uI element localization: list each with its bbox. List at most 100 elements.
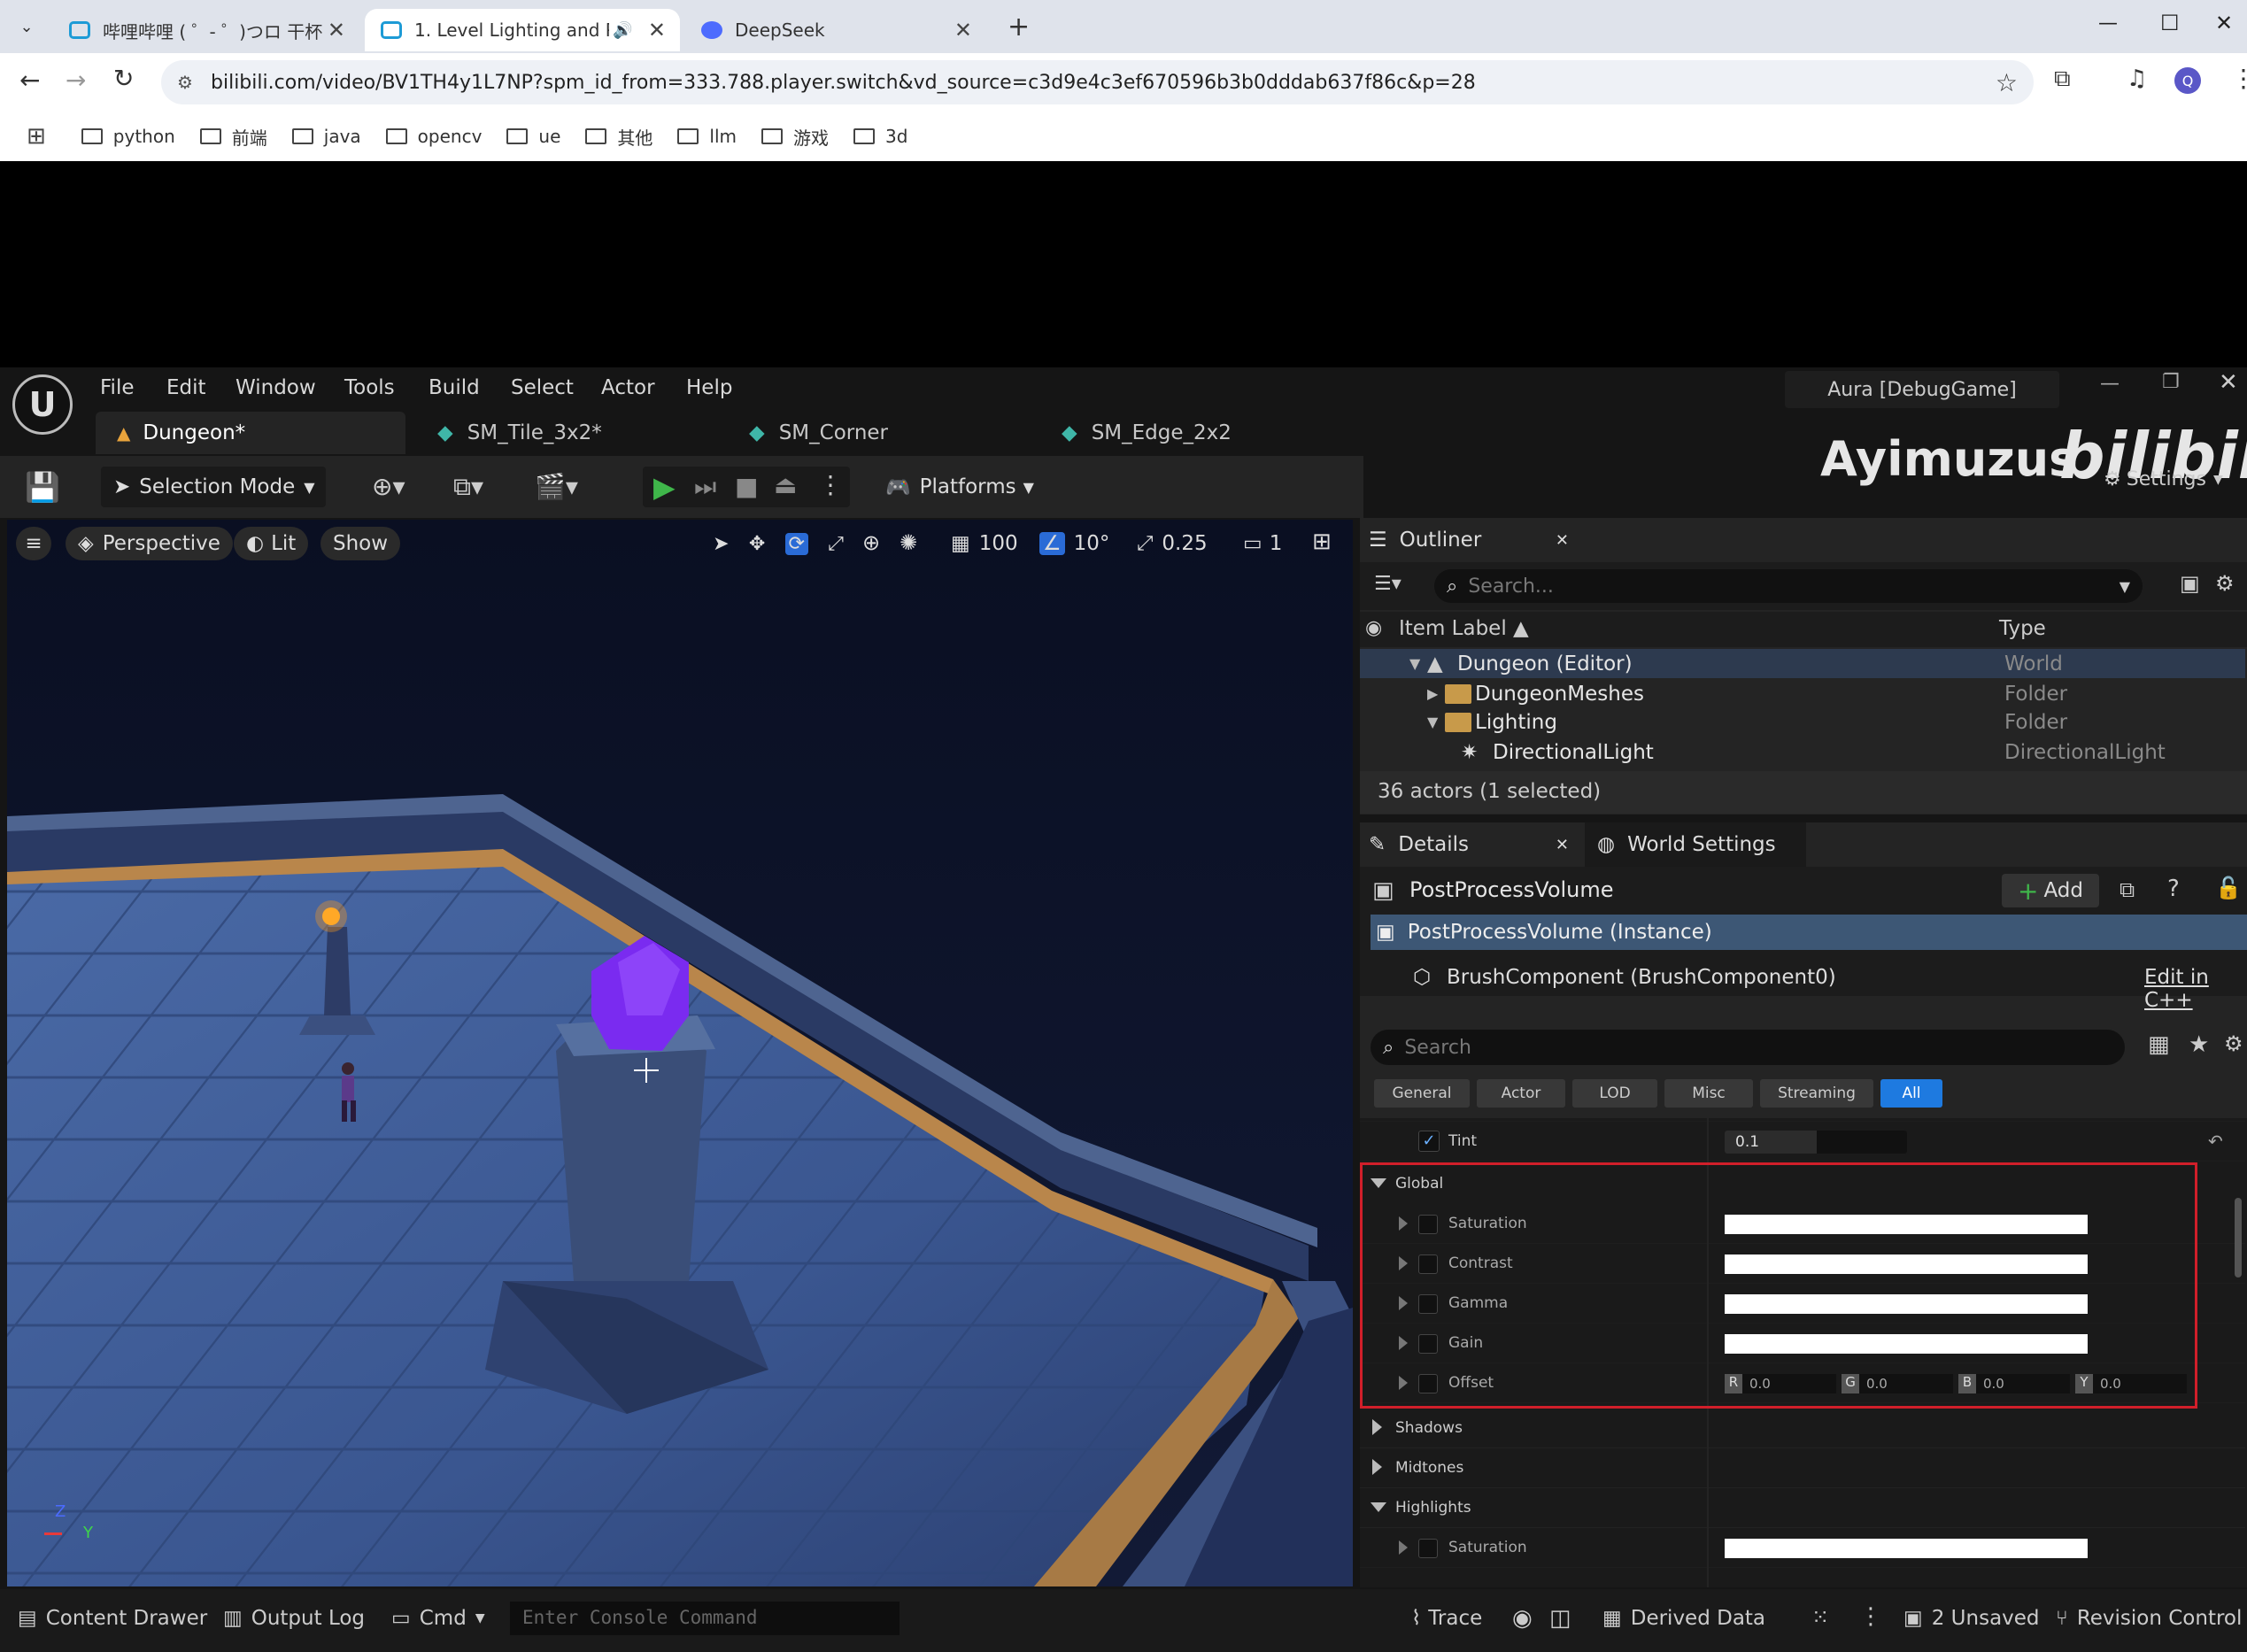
menu-build[interactable]: Build	[429, 376, 480, 399]
checkbox[interactable]	[1418, 1539, 1438, 1558]
checkbox[interactable]	[1418, 1294, 1438, 1314]
bookmark-folder-opencv[interactable]: opencv	[385, 126, 482, 147]
checkbox[interactable]	[1418, 1215, 1438, 1234]
add-folder-icon[interactable]: ▣	[2180, 571, 2200, 596]
bookmark-folder-other[interactable]: 其他	[585, 124, 652, 150]
blueprint-icon[interactable]: ⧉▾	[453, 472, 483, 502]
record-icon[interactable]: ◉	[1512, 1605, 1533, 1632]
star-icon[interactable]: ★	[2189, 1031, 2209, 1058]
details-scrollbar[interactable]	[2235, 1198, 2242, 1278]
ue-minimize-button[interactable]: —	[2100, 373, 2120, 395]
cmd-dropdown[interactable]: ▭ Cmd ▼	[391, 1607, 485, 1630]
unsaved-button[interactable]: ▣ 2 Unsaved	[1903, 1607, 2040, 1630]
lit-button[interactable]: ◐ Lit	[234, 527, 309, 560]
property-global-offset[interactable]: Offset R 0.0 G 0.0 B 0.0 Y 0.0	[1360, 1363, 2245, 1403]
rotate-tool-icon[interactable]: ⟳	[784, 532, 808, 555]
saturation-value-bar[interactable]	[1725, 1215, 2088, 1234]
section-highlights[interactable]: Highlights	[1360, 1488, 2245, 1528]
component-instance-row[interactable]: ▣ PostProcessVolume (Instance)	[1371, 915, 2247, 950]
gamma-value-bar[interactable]	[1725, 1294, 2088, 1314]
section-shadows[interactable]: Shadows	[1360, 1409, 2245, 1448]
apps-grid-icon[interactable]: ⊞	[27, 123, 46, 150]
section-midtones[interactable]: Midtones	[1360, 1448, 2245, 1488]
offset-y-field[interactable]: Y 0.0	[2075, 1374, 2187, 1393]
console-command-input[interactable]: Enter Console Command	[510, 1602, 900, 1635]
bookmark-folder-ue[interactable]: ue	[506, 126, 560, 147]
outliner-row-lighting[interactable]: ▼ Lighting Folder	[1360, 707, 2245, 737]
edit-cpp-link[interactable]: Edit in C++	[2144, 966, 2247, 1012]
scale-tool-icon[interactable]: ⤢	[828, 533, 844, 555]
source-control-icon[interactable]: ⁙	[1811, 1605, 1829, 1630]
tint-value-field[interactable]: 0.1	[1725, 1131, 1907, 1154]
offset-g-field[interactable]: G 0.0	[1842, 1374, 1953, 1393]
bookmark-folder-python[interactable]: python	[81, 126, 175, 147]
bookmark-folder-games[interactable]: 游戏	[761, 124, 829, 150]
outliner-tab[interactable]: ☰ Outliner ✕	[1360, 518, 1581, 562]
gain-value-bar[interactable]	[1725, 1334, 2088, 1354]
perspective-button[interactable]: ◈ Perspective	[66, 527, 233, 560]
close-icon[interactable]: ✕	[1556, 531, 1569, 550]
visibility-icon[interactable]: ◉	[1365, 617, 1382, 639]
add-actor-icon[interactable]: ⊕▾	[372, 472, 405, 501]
close-tab-icon[interactable]: ✕	[648, 18, 666, 42]
ue-close-button[interactable]: ✕	[2219, 369, 2238, 396]
property-highlights-saturation[interactable]: Saturation	[1360, 1528, 2245, 1568]
blueprint-icon[interactable]: ⧉	[2120, 877, 2135, 902]
outliner-search-input[interactable]: ⌕ Search... ▼	[1434, 569, 2143, 603]
play-icon[interactable]: ▶	[653, 470, 676, 504]
bookmark-folder-java[interactable]: java	[291, 126, 361, 147]
doc-tab-sm-tile[interactable]: ◆ SM_Tile_3x2*	[416, 412, 602, 454]
column-type[interactable]: Type	[1999, 617, 2046, 640]
screenshot-icon[interactable]: ◫	[1549, 1605, 1571, 1632]
column-item-label[interactable]: Item Label ▲	[1399, 617, 1529, 640]
menu-help[interactable]: Help	[686, 376, 732, 399]
viewport-options-button[interactable]: ≡	[16, 527, 51, 560]
new-tab-button[interactable]: +	[1008, 12, 1030, 42]
revision-control-button[interactable]: ⑂ Revision Control	[2056, 1607, 2242, 1630]
doc-tab-sm-edge[interactable]: ◆ SM_Edge_2x2	[1040, 412, 1232, 454]
browser-tab-video[interactable]: 1. Level Lighting and Post 🔊 ✕	[365, 9, 680, 51]
profile-avatar[interactable]: Q	[2174, 67, 2201, 94]
expand-arrow-icon[interactable]	[1399, 1216, 1408, 1231]
property-global-saturation[interactable]: Saturation	[1360, 1204, 2245, 1244]
settings-dropdown[interactable]: ⚙ Settings ▼	[2104, 468, 2223, 490]
expand-arrow-icon[interactable]	[1399, 1540, 1408, 1555]
browser-tab-deepseek[interactable]: DeepSeek ✕	[685, 9, 986, 51]
add-component-button[interactable]: + Add	[2002, 874, 2099, 907]
expand-arrow-icon[interactable]	[1399, 1256, 1408, 1270]
media-control-icon[interactable]: ♫	[2127, 66, 2147, 92]
filter-all[interactable]: All	[1880, 1079, 1942, 1108]
section-global[interactable]: Global	[1360, 1164, 2245, 1204]
close-window-button[interactable]: ✕	[2215, 11, 2233, 35]
details-tab[interactable]: ✎ Details ✕	[1360, 822, 1581, 867]
table-view-icon[interactable]: ▦	[2148, 1031, 2170, 1058]
step-icon[interactable]: ⏭	[694, 472, 716, 502]
derived-data-button[interactable]: ▦ Derived Data	[1602, 1607, 1765, 1630]
property-global-gain[interactable]: Gain	[1360, 1324, 2245, 1363]
close-icon[interactable]: ✕	[1556, 836, 1569, 854]
more-icon[interactable]: ⋮	[1859, 1603, 1882, 1630]
offset-r-field[interactable]: R 0.0	[1725, 1374, 1836, 1393]
rotation-snap-toggle[interactable]: ∠ 10°	[1039, 527, 1109, 560]
saturation-value-bar[interactable]	[1725, 1539, 2088, 1558]
expand-arrow-icon[interactable]	[1399, 1376, 1408, 1390]
cinematics-icon[interactable]: 🎬▾	[535, 472, 578, 501]
expand-arrow-icon[interactable]: ▼	[1409, 655, 1420, 672]
outliner-row-dungeonmeshes[interactable]: ▶ DungeonMeshes Folder	[1360, 679, 2245, 708]
save-icon[interactable]: 💾	[25, 470, 60, 504]
bookmark-folder-frontend[interactable]: 前端	[199, 124, 267, 150]
browser-menu-icon[interactable]: ⋮	[2231, 64, 2247, 93]
selection-mode-dropdown[interactable]: ➤ Selection Mode ▼	[101, 467, 326, 507]
grid-snap-toggle[interactable]: ▦ 100	[951, 527, 1018, 560]
tab-search-button[interactable]: ⌄	[0, 0, 53, 53]
close-tab-icon[interactable]: ✕	[328, 18, 345, 42]
close-tab-icon[interactable]: ✕	[954, 18, 972, 42]
menu-tools[interactable]: Tools	[344, 376, 395, 399]
property-global-contrast[interactable]: Contrast	[1360, 1244, 2245, 1284]
world-settings-tab[interactable]: ◍ World Settings	[1585, 822, 1806, 867]
output-log-button[interactable]: ▥ Output Log	[223, 1607, 365, 1630]
camera-speed-button[interactable]: ▭ 1	[1243, 527, 1282, 560]
ue-restore-button[interactable]: ❐	[2162, 371, 2180, 393]
details-search-input[interactable]: ⌕ Search	[1371, 1030, 2125, 1065]
extensions-icon[interactable]: ⧉	[2054, 66, 2071, 93]
